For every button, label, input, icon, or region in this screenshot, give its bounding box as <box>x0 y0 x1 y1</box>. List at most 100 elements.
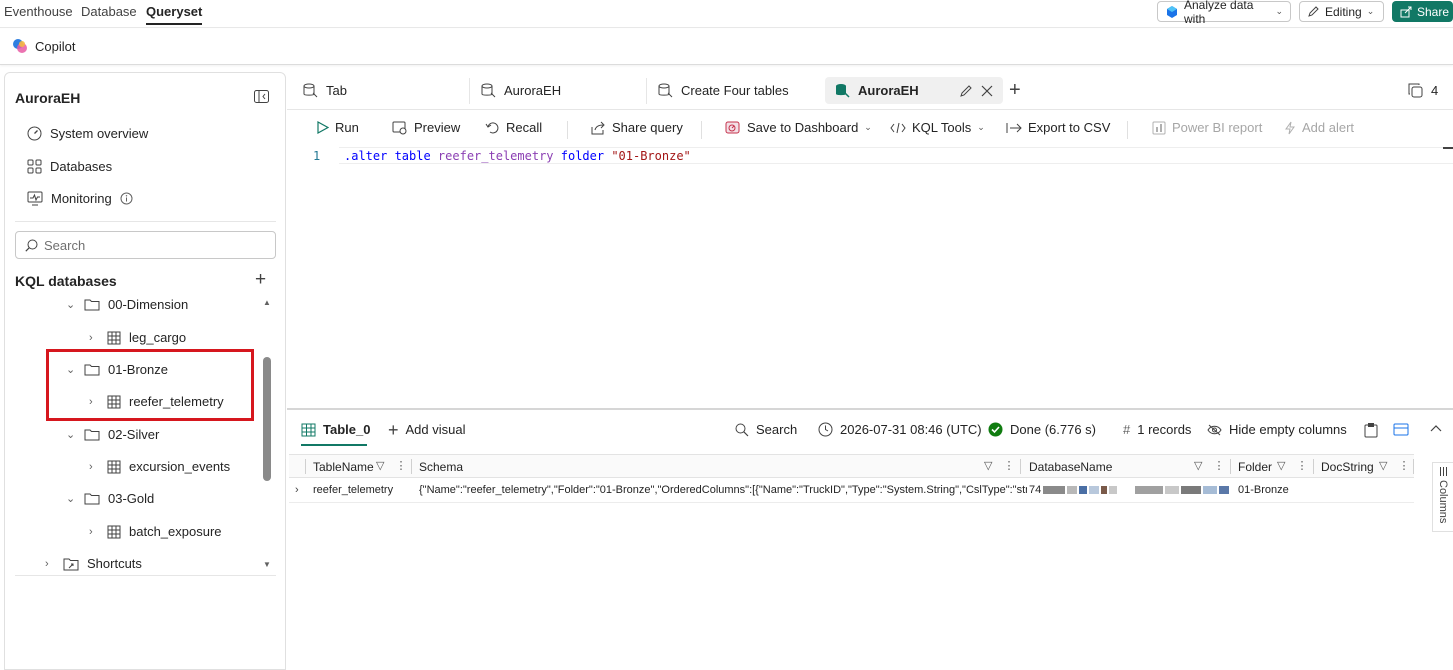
folder-icon <box>84 428 100 441</box>
query-editor[interactable]: 1 .alter table reefer_telemetry folder "… <box>287 147 1453 409</box>
chevron-down-icon: ⌄ <box>977 122 985 132</box>
close-tab-icon[interactable] <box>981 85 993 97</box>
kql-tools-button[interactable]: KQL Tools ⌄ <box>890 120 985 135</box>
share-query-button[interactable]: Share query <box>591 120 683 135</box>
tab-create-four-tables[interactable]: Create Four tables <box>648 77 799 104</box>
collapse-results-icon[interactable] <box>1430 424 1442 432</box>
hide-empty-label: Hide empty columns <box>1229 422 1347 437</box>
database-query-icon <box>658 83 673 98</box>
recall-button[interactable]: Recall <box>485 120 542 135</box>
tab-count-button[interactable]: 4 <box>1408 83 1438 98</box>
tree-folder-shortcuts[interactable]: › Shortcuts <box>45 556 142 571</box>
tree-label: excursion_events <box>129 459 231 474</box>
tab-queryset[interactable]: Queryset <box>146 4 203 25</box>
column-header-docstring[interactable]: DocString <box>1321 460 1374 474</box>
add-tab-icon[interactable]: + <box>1009 80 1021 100</box>
table-icon <box>107 460 121 474</box>
preview-icon <box>392 121 408 135</box>
share-query-label: Share query <box>612 120 683 135</box>
tab-auroraeh-1[interactable]: AuroraEH <box>471 77 571 104</box>
record-count-label: 1 records <box>1137 422 1192 437</box>
search-input[interactable]: Search <box>15 231 276 259</box>
column-header-folder[interactable]: Folder <box>1238 460 1272 474</box>
column-separator <box>1020 459 1021 474</box>
tab-separator <box>646 78 647 104</box>
clipboard-icon[interactable] <box>1364 422 1378 438</box>
info-icon[interactable] <box>120 192 133 205</box>
tab-label: Create Four tables <box>681 83 789 98</box>
more-options-icon[interactable]: ⋮ <box>1213 459 1224 472</box>
split-view-icon[interactable] <box>1393 423 1409 436</box>
editor-scroll-marker <box>1443 147 1453 149</box>
tree-scrollbar-thumb[interactable] <box>263 357 271 481</box>
scroll-up-arrow[interactable]: ▲ <box>263 298 271 307</box>
column-header-databasename[interactable]: DatabaseName <box>1029 460 1112 474</box>
scroll-down-arrow[interactable]: ▼ <box>263 560 271 569</box>
copilot-button[interactable]: Copilot <box>12 38 75 54</box>
analyze-data-button[interactable]: Analyze data with ⌄ <box>1157 0 1291 26</box>
results-toolbar: Table_0 + Add visual Search 2026-07-31 0… <box>287 410 1453 450</box>
add-alert-button[interactable]: Add alert <box>1284 120 1354 135</box>
tab-label: AuroraEH <box>504 83 562 98</box>
more-options-icon[interactable]: ⋮ <box>1398 459 1409 472</box>
share-label: Share <box>1417 4 1450 19</box>
redacted-block <box>1109 486 1118 494</box>
tab-database[interactable]: Database <box>81 4 137 19</box>
search-icon <box>25 239 38 252</box>
nav-system-overview[interactable]: System overview <box>27 126 148 141</box>
power-bi-label: Power BI report <box>1172 120 1263 135</box>
export-csv-button[interactable]: Export to CSV <box>1006 120 1110 135</box>
tree-label: leg_cargo <box>129 330 187 345</box>
analyze-data-label: Analyze data with <box>1184 0 1254 26</box>
tree-table-batch-exposure[interactable]: › batch_exposure <box>89 524 222 539</box>
nav-databases[interactable]: Databases <box>27 159 112 174</box>
run-button[interactable]: Run <box>317 120 359 135</box>
filter-icon[interactable]: ▽ <box>984 459 992 472</box>
tree-label: 03-Gold <box>108 491 155 506</box>
column-header-tablename[interactable]: TableName <box>313 460 374 474</box>
columns-side-panel[interactable]: Columns <box>1432 462 1453 532</box>
share-button[interactable]: Share <box>1392 1 1453 22</box>
column-header-schema[interactable]: Schema <box>419 460 463 474</box>
result-table-tab[interactable]: Table_0 <box>301 422 370 437</box>
grid-icon <box>27 159 42 174</box>
tree-folder-02-silver[interactable]: ⌄ 02-Silver <box>66 427 159 442</box>
tree-table-excursion-events[interactable]: › excursion_events <box>89 459 230 474</box>
hide-empty-columns-toggle[interactable]: Hide empty columns <box>1207 422 1347 437</box>
folder-icon <box>84 492 100 505</box>
save-to-dashboard-button[interactable]: Save to Dashboard ⌄ <box>725 120 872 135</box>
expand-row-icon[interactable]: › <box>295 484 299 496</box>
table-row[interactable]: › reefer_telemetry {"Name":"reefer_telem… <box>289 479 1414 503</box>
rename-tab-pencil-icon[interactable] <box>959 84 973 98</box>
tab-auroraeh-active[interactable]: AuroraEH <box>825 77 1003 104</box>
add-visual-button[interactable]: + Add visual <box>388 421 466 439</box>
folder-icon <box>84 298 100 311</box>
cell-schema: {"Name":"reefer_telemetry","Folder":"01-… <box>419 484 1027 496</box>
preview-button[interactable]: Preview <box>392 120 460 135</box>
tree-folder-03-gold[interactable]: ⌄ 03-Gold <box>66 491 154 506</box>
collapse-pane-icon[interactable] <box>254 90 269 103</box>
redacted-block <box>1089 486 1100 494</box>
more-options-icon[interactable]: ⋮ <box>395 459 406 472</box>
code-line[interactable]: .alter table reefer_telemetry folder "01… <box>344 149 691 163</box>
query-toolbar: Run Preview Recall Share query Save to D… <box>287 111 1453 147</box>
tab-eventhouse[interactable]: Eventhouse <box>4 4 73 19</box>
tree-folder-00-dimension[interactable]: ⌄ 00-Dimension <box>66 297 188 312</box>
nav-monitoring[interactable]: Monitoring <box>27 191 133 206</box>
chevron-down-icon: ⌄ <box>66 429 76 441</box>
filter-icon[interactable]: ▽ <box>1194 459 1202 472</box>
tab-query-tab[interactable]: Tab <box>293 77 357 104</box>
tree-table-leg-cargo[interactable]: › leg_cargo <box>89 330 186 345</box>
line-number: 1 <box>313 149 321 163</box>
filter-icon[interactable]: ▽ <box>1379 459 1387 472</box>
more-options-icon[interactable]: ⋮ <box>1296 459 1307 472</box>
editing-mode-button[interactable]: Editing ⌄ <box>1299 1 1384 22</box>
filter-icon[interactable]: ▽ <box>376 459 384 472</box>
database-query-icon <box>835 83 850 98</box>
add-database-icon[interactable]: + <box>255 270 266 289</box>
power-bi-report-button[interactable]: Power BI report <box>1152 120 1262 135</box>
filter-icon[interactable]: ▽ <box>1277 459 1285 472</box>
results-search-button[interactable]: Search <box>735 422 797 437</box>
more-options-icon[interactable]: ⋮ <box>1003 459 1014 472</box>
chevron-down-icon: ⌄ <box>66 299 76 311</box>
